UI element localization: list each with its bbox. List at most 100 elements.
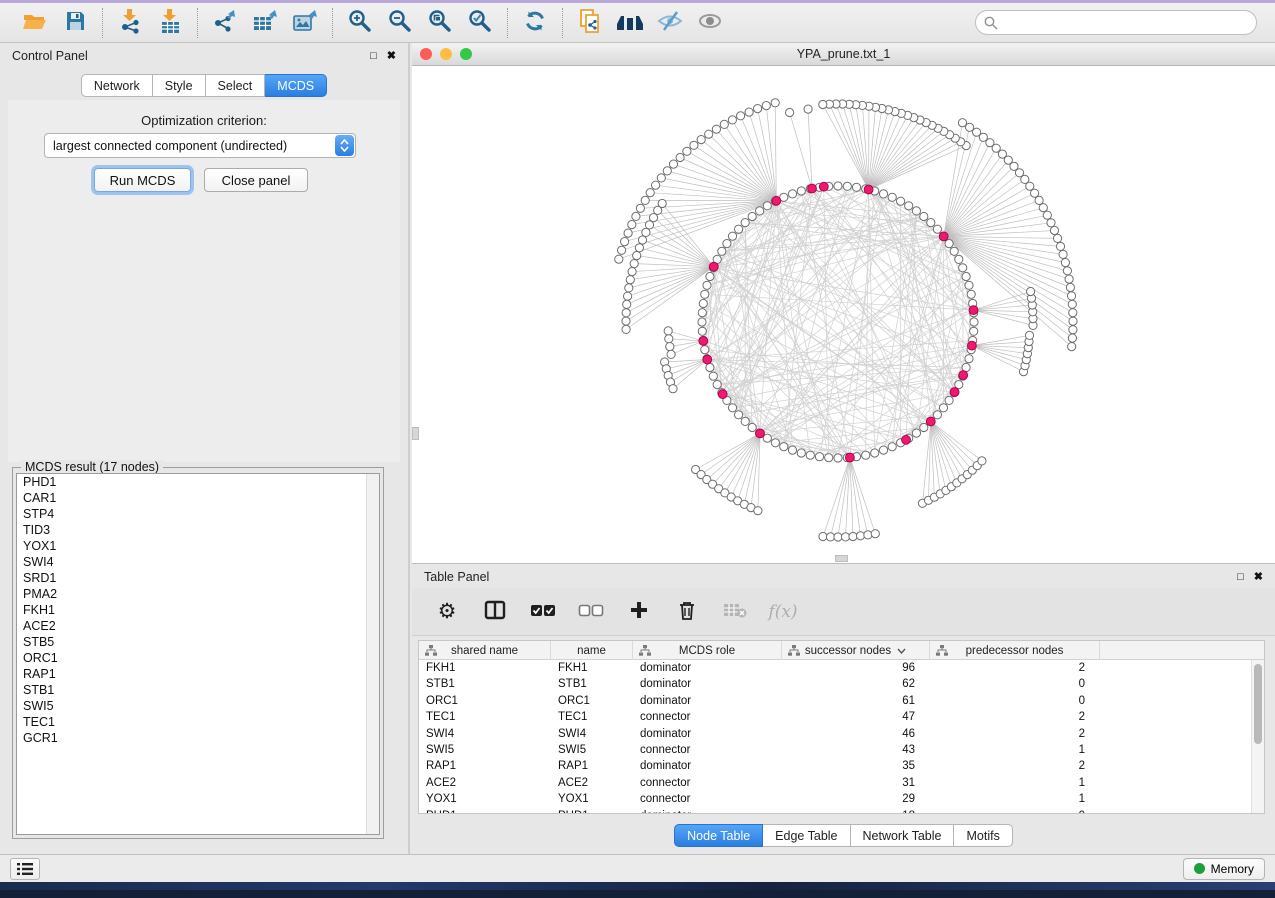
hierarchy-icon bbox=[788, 645, 800, 659]
refresh-button[interactable] bbox=[518, 7, 552, 39]
import-table-button[interactable] bbox=[153, 7, 187, 39]
table-cell bbox=[1100, 808, 1264, 814]
tab-mcds[interactable]: MCDS bbox=[265, 74, 327, 97]
zoom-fit-button[interactable] bbox=[423, 7, 457, 39]
mcds-result-node[interactable]: GCR1 bbox=[17, 730, 379, 746]
mcds-result-node[interactable]: TEC1 bbox=[17, 714, 379, 730]
mcds-result-node[interactable]: TID3 bbox=[17, 522, 379, 538]
settings-button[interactable]: ⚙ bbox=[434, 599, 460, 625]
tab-node-table[interactable]: Node Table bbox=[674, 824, 763, 847]
zoom-out-icon bbox=[387, 8, 413, 37]
table-cell: ORC1 bbox=[419, 693, 551, 709]
mcds-result-list[interactable]: PHD1CAR1STP4TID3YOX1SWI4SRD1PMA2FKH1ACE2… bbox=[16, 473, 380, 835]
select-all-button[interactable] bbox=[530, 599, 556, 625]
table-row[interactable]: YOX1YOX1connector291 bbox=[419, 791, 1264, 807]
first-neighbors-button[interactable] bbox=[613, 7, 647, 39]
export-network-button[interactable] bbox=[208, 7, 242, 39]
hide-selected-button[interactable] bbox=[653, 7, 687, 39]
tab-network-table[interactable]: Network Table bbox=[851, 824, 955, 847]
table-row[interactable]: ORC1ORC1dominator610 bbox=[419, 693, 1264, 709]
table-cell bbox=[1100, 676, 1264, 692]
task-history-button[interactable] bbox=[10, 858, 40, 880]
column-header-mcds-role[interactable]: MCDS role bbox=[633, 641, 782, 660]
float-panel-icon[interactable]: □ bbox=[370, 51, 377, 62]
table-cell: 47 bbox=[782, 709, 930, 725]
table-cell: dominator bbox=[633, 660, 782, 676]
toolbar-group bbox=[103, 7, 197, 39]
tab-select[interactable]: Select bbox=[206, 74, 266, 97]
table-cell: dominator bbox=[633, 693, 782, 709]
mcds-result-node[interactable]: ACE2 bbox=[17, 618, 379, 634]
mcds-result-node[interactable]: SWI5 bbox=[17, 698, 379, 714]
search-input[interactable] bbox=[1004, 15, 1248, 31]
network-canvas[interactable] bbox=[412, 66, 1273, 562]
deselect-all-button[interactable] bbox=[578, 599, 604, 625]
table-row[interactable]: STB1STB1dominator620 bbox=[419, 676, 1264, 692]
mcds-result-scrollbar[interactable] bbox=[366, 474, 379, 834]
close-panel-icon[interactable]: ✖ bbox=[387, 51, 396, 62]
column-header-shared-name[interactable]: shared name bbox=[419, 641, 551, 660]
save-button[interactable] bbox=[58, 7, 92, 39]
table-cell: 46 bbox=[782, 726, 930, 742]
memory-label: Memory bbox=[1211, 862, 1254, 876]
mcds-result-node[interactable]: YOX1 bbox=[17, 538, 379, 554]
add-row-button[interactable] bbox=[626, 599, 652, 625]
delete-row-icon bbox=[678, 600, 696, 624]
float-table-panel-icon[interactable]: □ bbox=[1237, 572, 1244, 583]
column-header-predecessor-nodes[interactable]: predecessor nodes bbox=[930, 641, 1100, 660]
table-row[interactable]: SWI5SWI5connector431 bbox=[419, 742, 1264, 758]
delete-row-button[interactable] bbox=[674, 599, 700, 625]
close-panel-button[interactable]: Close panel bbox=[204, 168, 308, 192]
table-row[interactable]: TEC1TEC1connector472 bbox=[419, 709, 1264, 725]
criterion-dropdown[interactable]: largest connected component (undirected) bbox=[44, 133, 356, 158]
table-cell bbox=[1100, 742, 1264, 758]
mcds-result-node[interactable]: SRD1 bbox=[17, 570, 379, 586]
mcds-result-node[interactable]: STB5 bbox=[17, 634, 379, 650]
mcds-result-node[interactable]: STP4 bbox=[17, 506, 379, 522]
mcds-result-node[interactable]: FKH1 bbox=[17, 602, 379, 618]
table-row[interactable]: ACE2ACE2connector311 bbox=[419, 775, 1264, 791]
run-mcds-button[interactable]: Run MCDS bbox=[94, 168, 191, 192]
table-cell: dominator bbox=[633, 726, 782, 742]
column-header-successor-nodes[interactable]: successor nodes bbox=[782, 641, 930, 660]
tab-network[interactable]: Network bbox=[81, 74, 153, 97]
toolbar-group bbox=[198, 7, 332, 39]
tab-style[interactable]: Style bbox=[153, 74, 206, 97]
clone-network-button[interactable] bbox=[573, 7, 607, 39]
import-network-button[interactable] bbox=[113, 7, 147, 39]
tab-edge-table[interactable]: Edge Table bbox=[763, 824, 850, 847]
mcds-result-node[interactable]: SWI4 bbox=[17, 554, 379, 570]
memory-button[interactable]: Memory bbox=[1183, 858, 1265, 880]
open-button[interactable] bbox=[18, 7, 52, 39]
export-table-button[interactable] bbox=[248, 7, 282, 39]
mcds-result-node[interactable]: PMA2 bbox=[17, 586, 379, 602]
zoom-selected-button[interactable] bbox=[463, 7, 497, 39]
zoom-in-button[interactable] bbox=[343, 7, 377, 39]
table-row[interactable]: SWI4SWI4dominator462 bbox=[419, 726, 1264, 742]
export-image-button[interactable] bbox=[288, 7, 322, 39]
mcds-result-node[interactable]: STB1 bbox=[17, 682, 379, 698]
table-row[interactable]: RAP1RAP1dominator352 bbox=[419, 758, 1264, 774]
show-all-button[interactable] bbox=[693, 7, 727, 39]
table-row[interactable]: FKH1FKH1dominator962 bbox=[419, 660, 1264, 676]
mcds-result-node[interactable]: PHD1 bbox=[17, 474, 379, 490]
table-scrollbar-thumb[interactable] bbox=[1254, 664, 1262, 744]
columns-button[interactable] bbox=[482, 599, 508, 625]
table-row[interactable]: PHD1PHD1dominator180 bbox=[419, 808, 1264, 814]
horizontal-splitter-handle[interactable] bbox=[835, 555, 848, 562]
mcds-result-node[interactable]: ORC1 bbox=[17, 650, 379, 666]
delete-table-icon bbox=[723, 601, 747, 622]
table-cell: 35 bbox=[782, 758, 930, 774]
vertical-splitter-handle[interactable] bbox=[412, 427, 419, 440]
column-header-name[interactable]: name bbox=[551, 641, 633, 660]
mcds-result-node[interactable]: RAP1 bbox=[17, 666, 379, 682]
table-cell: 0 bbox=[930, 676, 1100, 692]
table-scrollbar[interactable] bbox=[1251, 660, 1264, 813]
column-label: MCDS role bbox=[679, 645, 735, 657]
mcds-result-node[interactable]: CAR1 bbox=[17, 490, 379, 506]
table-cell: 43 bbox=[782, 742, 930, 758]
close-table-panel-icon[interactable]: ✖ bbox=[1254, 572, 1263, 583]
tab-motifs[interactable]: Motifs bbox=[954, 824, 1012, 847]
zoom-out-button[interactable] bbox=[383, 7, 417, 39]
column-label: name bbox=[577, 645, 606, 657]
